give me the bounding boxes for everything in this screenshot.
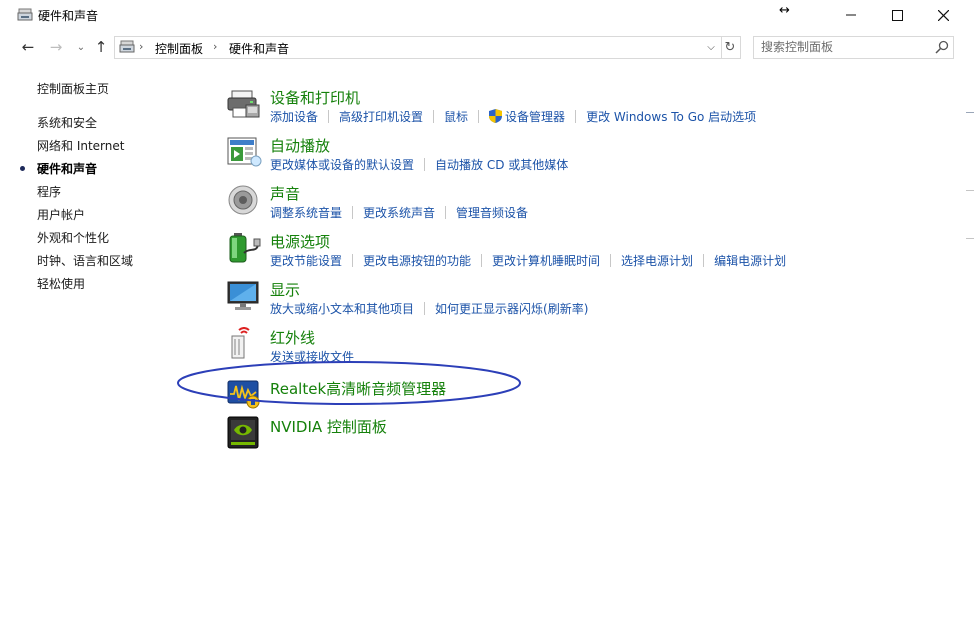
title-bar: 硬件和声音 ↔	[8, 0, 966, 30]
background-window-edge-line	[966, 190, 974, 191]
link-mouse[interactable]: 鼠标	[444, 110, 468, 124]
link-edit-power-plan[interactable]: 编辑电源计划	[714, 254, 786, 268]
link-adjust-volume[interactable]: 调整系统音量	[270, 206, 342, 220]
control-panel-icon	[119, 40, 135, 53]
link-divider	[433, 110, 435, 123]
minimize-button[interactable]	[828, 0, 874, 30]
sidebar-item-ease-of-access[interactable]: 轻松使用	[37, 275, 85, 292]
speaker-icon[interactable]	[226, 183, 262, 217]
link-power-saving-settings[interactable]: 更改节能设置	[270, 254, 342, 268]
forward-arrow-icon: →	[49, 38, 63, 56]
highlight-ellipse	[177, 361, 521, 405]
up-button[interactable]: ↑	[90, 38, 112, 56]
close-button[interactable]	[920, 0, 966, 30]
breadcrumb-control-panel[interactable]: 控制面板	[155, 40, 203, 57]
link-autoplay-cd[interactable]: 自动播放 CD 或其他媒体	[435, 158, 568, 172]
back-button[interactable]: ←	[17, 38, 39, 56]
battery-icon[interactable]	[226, 231, 262, 265]
up-arrow-icon: ↑	[94, 38, 108, 56]
address-bar[interactable]: › 控制面板 › 硬件和声音 ⌵	[114, 36, 722, 59]
refresh-button[interactable]: ↻	[720, 36, 741, 59]
back-arrow-icon: ←	[21, 38, 35, 56]
link-divider	[703, 254, 705, 267]
breadcrumb-separator-icon[interactable]: ›	[213, 40, 217, 53]
link-divider	[352, 206, 354, 219]
link-divider	[575, 110, 577, 123]
link-fix-flicker[interactable]: 如何更正显示器闪烁(刷新率)	[435, 302, 588, 316]
category-links: 添加设备 高级打印机设置 鼠标 设备管理器 更改 Windows To Go 启动选项	[270, 108, 756, 125]
control-panel-window: 硬件和声音 ↔ ← → ⌄ ↑ › 控制面板 › 硬件和声音 ⌵ ↻ 搜索控制面…	[8, 0, 966, 626]
sidebar-item-hardware-sound[interactable]: 硬件和声音	[20, 160, 98, 177]
background-window-edge-line	[966, 238, 974, 239]
sidebar-item-system-security[interactable]: 系统和安全	[37, 114, 97, 131]
link-divider	[328, 110, 330, 123]
category-title[interactable]: 显示	[270, 279, 300, 300]
minimize-icon	[846, 14, 856, 16]
link-divider	[445, 206, 447, 219]
link-power-button-behavior[interactable]: 更改电源按钮的功能	[363, 254, 471, 268]
category-title[interactable]: 电源选项	[270, 231, 330, 252]
link-advanced-printer-setup[interactable]: 高级打印机设置	[339, 110, 423, 124]
category-title[interactable]: NVIDIA 控制面板	[270, 416, 387, 437]
chevron-down-icon: ⌵	[707, 42, 715, 53]
uac-shield-icon	[489, 109, 503, 123]
category-title[interactable]: 声音	[270, 183, 300, 204]
nvidia-icon[interactable]	[226, 416, 262, 450]
category-links: 更改节能设置 更改电源按钮的功能 更改计算机睡眠时间 选择电源计划 编辑电源计划	[270, 252, 786, 269]
chevron-down-icon: ⌄	[76, 41, 86, 53]
close-icon	[937, 9, 949, 21]
search-icon[interactable]	[935, 40, 949, 54]
sidebar-item-programs[interactable]: 程序	[37, 183, 61, 200]
link-add-device[interactable]: 添加设备	[270, 110, 318, 124]
active-bullet-icon	[20, 166, 25, 171]
link-text-size[interactable]: 放大或缩小文本和其他项目	[270, 302, 414, 316]
link-divider	[424, 302, 426, 315]
category-links: 放大或缩小文本和其他项目 如何更正显示器闪烁(刷新率)	[270, 300, 588, 317]
refresh-icon: ↻	[724, 40, 736, 55]
category-links: 更改媒体或设备的默认设置 自动播放 CD 或其他媒体	[270, 156, 568, 173]
maximize-icon	[891, 9, 903, 21]
control-panel-icon	[17, 8, 33, 21]
recent-locations-button[interactable]: ⌄	[70, 38, 92, 56]
address-dropdown-button[interactable]: ⌵	[701, 37, 721, 58]
forward-button[interactable]: →	[45, 38, 67, 56]
link-divider	[478, 110, 480, 123]
resize-cursor-icon: ↔	[779, 3, 790, 18]
link-device-manager[interactable]: 设备管理器	[505, 110, 565, 124]
link-change-system-sounds[interactable]: 更改系统声音	[363, 206, 435, 220]
category-title[interactable]: 设备和打印机	[270, 87, 360, 108]
breadcrumb-hardware-sound[interactable]: 硬件和声音	[229, 40, 289, 57]
breadcrumb-separator-icon[interactable]: ›	[139, 40, 143, 53]
link-divider	[352, 254, 354, 267]
printer-icon[interactable]	[226, 87, 262, 121]
sidebar-item-label: 硬件和声音	[37, 162, 98, 176]
search-box[interactable]	[753, 36, 954, 59]
category-links: 调整系统音量 更改系统声音 管理音频设备	[270, 204, 528, 221]
background-window-edge-line	[966, 112, 974, 113]
sidebar-item-network-internet[interactable]: 网络和 Internet	[37, 137, 124, 154]
autoplay-icon[interactable]	[226, 135, 262, 169]
category-title[interactable]: 自动播放	[270, 135, 330, 156]
link-sleep-time[interactable]: 更改计算机睡眠时间	[492, 254, 600, 268]
sidebar-home-link[interactable]: 控制面板主页	[37, 80, 109, 97]
link-manage-audio-devices[interactable]: 管理音频设备	[456, 206, 528, 220]
link-windows-to-go[interactable]: 更改 Windows To Go 启动选项	[586, 110, 756, 124]
category-title[interactable]: 红外线	[270, 327, 315, 348]
infrared-icon[interactable]	[226, 327, 262, 361]
sidebar-item-appearance[interactable]: 外观和个性化	[37, 229, 109, 246]
search-input[interactable]	[754, 37, 931, 56]
navigation-bar: ← → ⌄ ↑ › 控制面板 › 硬件和声音 ⌵ ↻	[8, 30, 966, 64]
link-divider	[424, 158, 426, 171]
maximize-button[interactable]	[874, 0, 920, 30]
monitor-icon[interactable]	[226, 279, 262, 313]
sidebar-item-clock-language[interactable]: 时钟、语言和区域	[37, 252, 133, 269]
sidebar-item-user-accounts[interactable]: 用户帐户	[37, 206, 85, 223]
link-choose-power-plan[interactable]: 选择电源计划	[621, 254, 693, 268]
link-divider	[481, 254, 483, 267]
window-title: 硬件和声音	[38, 9, 99, 23]
link-change-media-defaults[interactable]: 更改媒体或设备的默认设置	[270, 158, 414, 172]
link-divider	[610, 254, 612, 267]
